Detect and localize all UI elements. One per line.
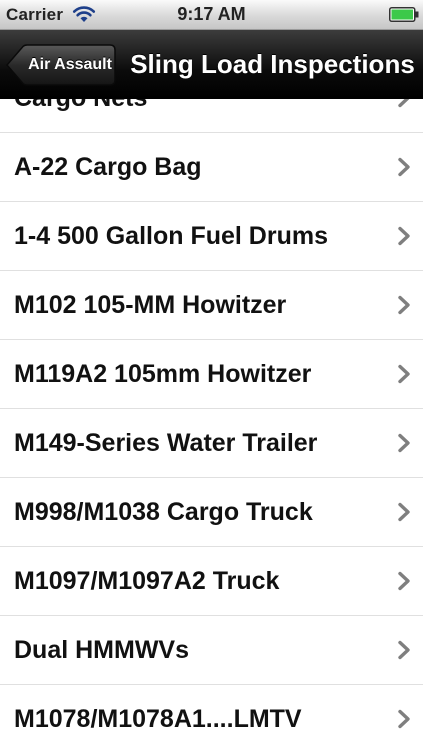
list-item-label: M102 105-MM Howitzer	[14, 291, 287, 319]
list-item[interactable]: Cargo Nets	[0, 99, 423, 133]
status-time: 9:17 AM	[177, 4, 246, 24]
status-bar: Carrier 9:17 AM	[0, 0, 423, 30]
list-item[interactable]: 1-4 500 Gallon Fuel Drums	[0, 202, 423, 271]
list-item[interactable]: A-22 Cargo Bag	[0, 133, 423, 202]
chevron-right-icon	[397, 640, 411, 660]
list-item[interactable]: Dual HMMWVs	[0, 616, 423, 685]
chevron-right-icon	[397, 295, 411, 315]
list-item-label: Cargo Nets	[14, 99, 383, 132]
chevron-right-icon	[397, 571, 411, 591]
list-item[interactable]: M998/M1038 Cargo Truck	[0, 478, 423, 547]
inspection-list: Cargo Nets A-22 Cargo Bag 1-4 500 Gallon F…	[0, 99, 423, 750]
page-title: Sling Load Inspections	[130, 49, 415, 79]
inspection-list-content: Cargo Nets A-22 Cargo Bag 1-4 500 Gallon F…	[0, 99, 423, 750]
app-screen: Carrier 9:17 AM Air Assault Sling Load I…	[0, 0, 423, 750]
battery-icon	[389, 7, 419, 22]
list-item-label: M149-Series Water Trailer	[14, 429, 318, 457]
list-item[interactable]: M119A2 105mm Howitzer	[0, 340, 423, 409]
list-item[interactable]: M1097/M1097A2 Truck	[0, 547, 423, 616]
chevron-right-icon	[397, 99, 411, 108]
list-item-label: M998/M1038 Cargo Truck	[14, 498, 313, 526]
list-item[interactable]: M1078/M1078A1....LMTV	[0, 685, 423, 750]
chevron-right-icon	[397, 226, 411, 246]
list-item-label: M1078/M1078A1....LMTV	[14, 705, 302, 733]
chevron-right-icon	[397, 364, 411, 384]
list-item[interactable]: M102 105-MM Howitzer	[0, 271, 423, 340]
chevron-right-icon	[397, 433, 411, 453]
list-item-label: M119A2 105mm Howitzer	[14, 360, 312, 388]
list-item[interactable]: M149-Series Water Trailer	[0, 409, 423, 478]
list-item-label: M1097/M1097A2 Truck	[14, 567, 280, 595]
navigation-bar: Air Assault Sling Load Inspections	[0, 30, 423, 99]
list-item-label: 1-4 500 Gallon Fuel Drums	[14, 222, 328, 250]
back-button-label: Air Assault	[28, 56, 112, 73]
chevron-right-icon	[397, 157, 411, 177]
chevron-right-icon	[397, 709, 411, 729]
list-item-label: A-22 Cargo Bag	[14, 153, 202, 181]
back-button[interactable]: Air Assault	[6, 44, 116, 86]
list-item-label: Dual HMMWVs	[14, 636, 189, 664]
chevron-right-icon	[397, 502, 411, 522]
